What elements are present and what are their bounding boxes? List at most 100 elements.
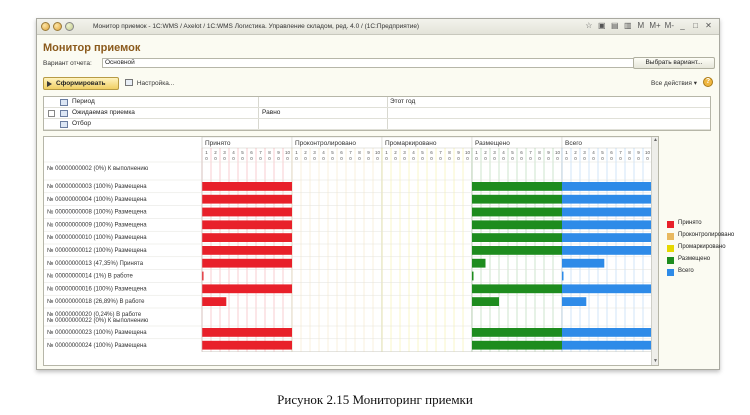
parameter-row[interactable]: Ожидаемая приемка Равно <box>44 108 710 119</box>
title-bar: Монитор приемок - 1С:WMS / Axelot / 1С:W… <box>37 19 719 35</box>
progress-bar <box>472 271 474 281</box>
window-controls: ☆ ▣ ▤ ▥ M M+ M- _ □ ✕ <box>584 21 713 30</box>
row-label: № 00000000020 (0,24%) В работе <box>47 311 142 318</box>
settings-icon <box>125 79 133 86</box>
play-icon <box>47 81 52 87</box>
column-divider <box>258 119 259 129</box>
progress-bar <box>472 340 562 350</box>
parameters-table: Период Этот год Ожидаемая приемка Равно Отбо… <box>43 96 711 131</box>
window-control-icon[interactable]: ▥ <box>623 21 632 30</box>
generate-label: Сформировать <box>56 80 106 87</box>
row-label: № 00000000002 (0%) К выполнению <box>47 165 149 172</box>
legend-item: Размещено <box>667 255 717 267</box>
window-control-icon[interactable]: □ <box>691 21 700 30</box>
column-divider <box>387 108 388 118</box>
legend-item: Принято <box>667 219 717 231</box>
star-icon[interactable] <box>65 22 74 31</box>
parameter-row[interactable]: Период Этот год <box>44 97 710 108</box>
scroll-down-icon[interactable]: ▼ <box>652 358 658 365</box>
progress-bar <box>562 271 564 281</box>
toolbar: Сформировать Настройка... Все действия ▾… <box>43 77 715 90</box>
row-label: № 00000000014 (1%) В работе <box>47 273 133 280</box>
progress-bar <box>202 246 292 255</box>
choose-variant-button[interactable]: Выбрать вариант... <box>633 57 715 69</box>
field-icon <box>60 110 68 117</box>
parameter-value[interactable]: Этот год <box>390 97 415 107</box>
progress-bar <box>562 258 605 268</box>
progress-bar <box>562 284 652 294</box>
legend-label: Принято <box>678 220 702 226</box>
legend-swatch <box>667 257 674 264</box>
variant-field[interactable]: Основной <box>102 58 662 68</box>
row-label: № 00000000003 (100%) Размещена <box>47 183 147 190</box>
variant-label: Вариант отчета: <box>43 60 92 67</box>
parameter-checkbox[interactable] <box>48 110 55 117</box>
column-divider <box>258 108 259 118</box>
window-control-icon[interactable]: ✕ <box>704 21 713 30</box>
legend-swatch <box>667 269 674 276</box>
progress-bar <box>562 207 652 217</box>
main-window: Монитор приемок - 1С:WMS / Axelot / 1С:W… <box>36 18 734 370</box>
legend-label: Размещено <box>678 256 711 262</box>
progress-bar <box>562 220 652 230</box>
legend-item: Проконтролировано <box>667 231 734 243</box>
progress-bar <box>472 297 499 306</box>
progress-bar <box>562 328 652 337</box>
parameter-condition[interactable]: Равно <box>262 108 280 118</box>
back-icon[interactable] <box>41 22 50 31</box>
window-control-icon[interactable]: M+ <box>649 21 660 30</box>
legend-item: Всего <box>667 267 717 279</box>
legend-label: Промаркировано <box>678 244 726 250</box>
scroll-up-icon[interactable]: ▲ <box>652 137 658 144</box>
row-label: № 00000000016 (100%) Размещена <box>47 285 147 292</box>
help-icon[interactable]: ? <box>703 77 713 87</box>
progress-bar <box>202 328 292 337</box>
row-label: № 00000000022 (0%) К выполнению <box>47 317 149 324</box>
column-divider <box>258 97 259 107</box>
window-control-icon[interactable]: ▤ <box>610 21 619 30</box>
progress-bar <box>202 297 227 306</box>
progress-bar <box>562 297 587 306</box>
window-title: Монитор приемок - 1С:WMS / Axelot / 1С:W… <box>93 23 420 30</box>
row-label: № 00000000008 (100%) Размещена <box>47 209 147 216</box>
window-control-icon[interactable]: _ <box>678 21 687 30</box>
window-control-icon[interactable]: ☆ <box>584 21 593 30</box>
legend-swatch <box>667 233 674 240</box>
day-number: 10 <box>375 150 381 155</box>
progress-bar <box>472 284 562 294</box>
group-header: Промаркировано <box>385 140 437 147</box>
field-icon <box>60 121 68 128</box>
forward-icon[interactable] <box>53 22 62 31</box>
progress-bar <box>202 284 292 294</box>
group-header: Проконтролировано <box>295 140 356 147</box>
window-control-icon[interactable]: ▣ <box>597 21 606 30</box>
column-divider <box>387 119 388 129</box>
row-label: № 00000000009 (100%) Размещена <box>47 221 147 228</box>
progress-bar <box>202 182 292 191</box>
window-control-icon[interactable]: M <box>636 21 645 30</box>
legend-item: Промаркировано <box>667 243 726 255</box>
progress-bar <box>472 207 562 217</box>
parameter-row[interactable]: Отбор <box>44 119 710 130</box>
column-divider <box>387 97 388 107</box>
row-label: № 00000000018 (26,89%) В работе <box>47 298 145 305</box>
row-label: № 00000000013 (47,35%) Принята <box>47 260 144 267</box>
legend-swatch <box>667 245 674 252</box>
settings-link[interactable]: Настройка... <box>125 79 174 87</box>
progress-bar <box>202 207 292 217</box>
generate-button[interactable]: Сформировать <box>43 77 119 90</box>
vertical-scrollbar[interactable]: ▲ ▼ <box>651 137 658 365</box>
row-label: № 00000000010 (100%) Размещена <box>47 234 147 241</box>
progress-bar <box>472 233 562 242</box>
legend-label: Проконтролировано <box>678 232 735 238</box>
window-control-icon[interactable]: M- <box>665 21 674 30</box>
field-icon <box>60 99 68 106</box>
group-header: Всего <box>565 140 582 147</box>
progress-bar <box>202 233 292 242</box>
progress-bar <box>562 194 652 204</box>
report-area: Принято 1 0 2 0 3 0 4 0 5 0 6 0 7 0 8 0 9 0 10 0 Проконтролир… <box>43 136 659 366</box>
progress-bar <box>472 328 562 337</box>
progress-bar <box>202 220 292 230</box>
group-header: Размещено <box>475 140 510 147</box>
all-actions-menu[interactable]: Все действия ▾ <box>651 79 697 87</box>
